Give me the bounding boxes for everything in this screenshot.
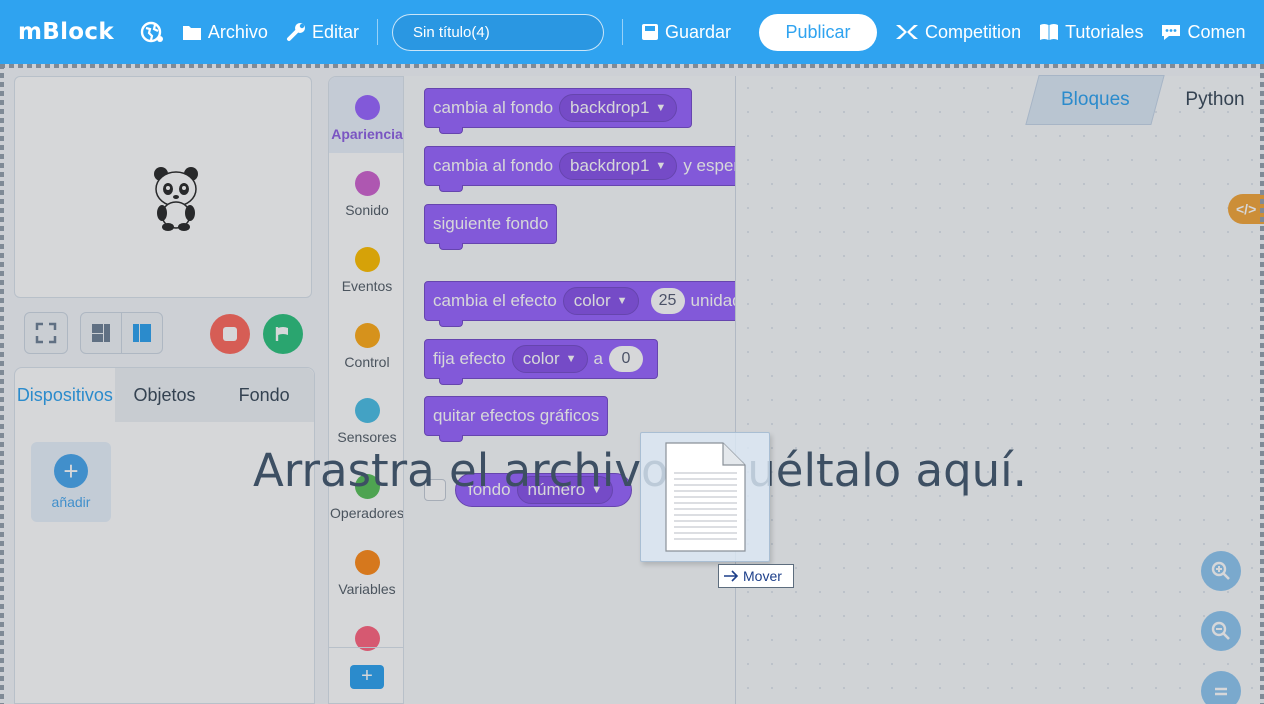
menu-competition-label: Competition — [925, 21, 1022, 42]
floppy-disk-icon — [641, 24, 658, 40]
move-tooltip: Mover — [718, 564, 794, 588]
save-button[interactable]: Guardar — [641, 22, 731, 43]
menu-file-label: Archivo — [207, 21, 268, 42]
project-title-input[interactable]: Sin título(4) — [391, 13, 604, 51]
competition-icon — [896, 25, 919, 39]
dragged-file — [640, 432, 770, 562]
drop-zone-border-left — [0, 64, 4, 704]
save-label: Guardar — [664, 21, 732, 42]
divider — [621, 19, 623, 45]
document-icon — [665, 442, 746, 552]
file-drop-overlay[interactable]: Arrastra el archivo y suéltalo aquí. — [0, 64, 1264, 704]
language-globe-icon[interactable] — [140, 20, 164, 44]
app-logo: mBlock — [18, 19, 114, 45]
folder-icon — [182, 26, 201, 40]
menu-edit-label: Editar — [311, 21, 359, 42]
book-icon — [1040, 24, 1059, 40]
divider — [376, 19, 378, 45]
menu-file[interactable]: Archivo — [182, 22, 268, 43]
move-tooltip-label: Mover — [743, 568, 782, 584]
wrench-icon — [286, 23, 305, 41]
menu-tutorials-label: Tutoriales — [1065, 21, 1144, 42]
top-bar: mBlock Archivo Editar Sin título(4) Guar… — [0, 0, 1264, 64]
arrow-right-icon — [724, 570, 739, 582]
drop-zone-border-right — [1260, 64, 1264, 704]
drop-message: Arrastra el archivo y suéltalo aquí. — [253, 444, 1027, 497]
menu-tutorials[interactable]: Tutoriales — [1039, 22, 1143, 43]
chat-bubble-icon — [1162, 25, 1181, 40]
publish-button[interactable]: Publicar — [759, 13, 878, 51]
menu-comments[interactable]: Comen — [1161, 22, 1245, 43]
menu-edit[interactable]: Editar — [286, 22, 359, 43]
drop-zone-border-top — [0, 64, 1264, 68]
menu-comments-label: Comen — [1187, 21, 1246, 42]
menu-competition[interactable]: Competition — [895, 22, 1021, 43]
